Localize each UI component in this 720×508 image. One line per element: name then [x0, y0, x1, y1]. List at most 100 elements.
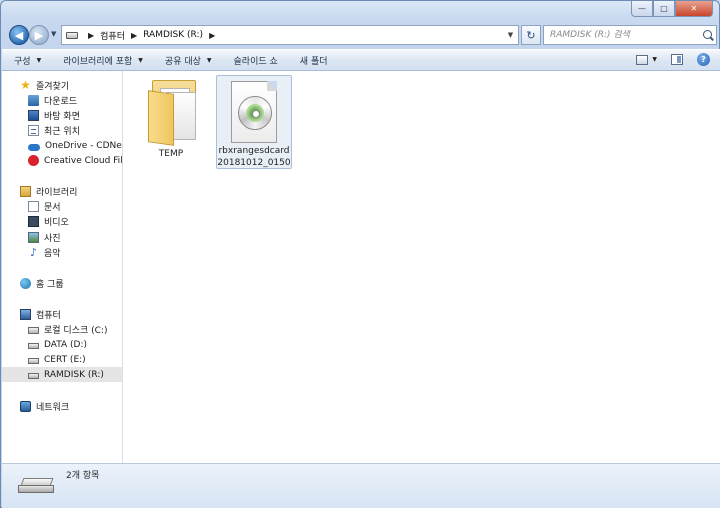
documents-icon — [28, 201, 39, 212]
nav-item-music[interactable]: ♪ 음악 — [28, 245, 122, 260]
drive-icon — [28, 358, 39, 364]
maximize-button[interactable]: □ — [653, 1, 675, 17]
library-icon — [20, 186, 31, 197]
nav-item-creative-cloud[interactable]: Creative Cloud Files — [28, 153, 123, 168]
breadcrumb-separator[interactable]: ▶ — [131, 31, 137, 40]
nav-item-drive-c[interactable]: 로컬 디스크 (C:) — [28, 322, 122, 337]
slide-show-label: 슬라이드 쇼 — [233, 56, 278, 67]
search-box[interactable] — [543, 25, 717, 45]
slide-show-button[interactable]: 슬라이드 쇼 — [234, 54, 278, 67]
view-controls: ▼ ? — [636, 53, 710, 66]
desktop-icon — [28, 110, 39, 121]
include-in-library-menu[interactable]: 라이브러리에 포함 ▼ — [63, 54, 143, 67]
navigation-row: ◀ ▶ ▼ ▶ 컴퓨터 ▶ RAMDISK (R:) ▶ ▼ ↻ — [7, 23, 717, 47]
favorites-label: 즐겨찾기 — [36, 82, 70, 92]
nav-item-desktop[interactable]: 바탕 화면 — [28, 108, 122, 123]
drive-icon — [28, 373, 39, 379]
nav-item-network[interactable]: 네트워크 — [20, 399, 122, 414]
file-item-disc-image[interactable]: rbxrangesdcard20181012_0150 — [216, 75, 292, 169]
nav-item-downloads[interactable]: 다운로드 — [28, 93, 122, 108]
address-dropdown-button[interactable]: ▼ — [502, 26, 518, 44]
file-list: TEMP rbxrangesdcard20181012_0150 — [123, 71, 720, 463]
disc-image-icon — [231, 81, 277, 143]
file-item-temp[interactable]: TEMP — [133, 75, 209, 169]
command-bar: 구성 ▼ 라이브러리에 포함 ▼ 공유 대상 ▼ 슬라이드 쇼 새 폴더 ▼ ? — [2, 49, 720, 71]
creative-cloud-icon — [28, 155, 39, 166]
minimize-button[interactable]: — — [631, 1, 653, 17]
cloud-icon — [28, 143, 40, 151]
breadcrumb-separator[interactable]: ▶ — [209, 31, 215, 40]
nav-item-label: 홈 그룹 — [36, 280, 64, 290]
nav-item-homegroup[interactable]: 홈 그룹 — [20, 276, 122, 291]
nav-item-documents[interactable]: 문서 — [28, 199, 122, 214]
nav-item-label: 문서 — [44, 203, 61, 213]
share-with-label: 공유 대상 — [164, 56, 201, 67]
address-bar[interactable]: ▶ 컴퓨터 ▶ RAMDISK (R:) ▶ ▼ — [61, 25, 519, 45]
include-in-library-label: 라이브러리에 포함 — [63, 56, 133, 67]
nav-item-recent-places[interactable]: 최근 위치 — [28, 123, 122, 138]
nav-item-label: RAMDISK (R:) — [44, 369, 104, 380]
recent-pages-dropdown[interactable]: ▼ — [51, 30, 56, 38]
help-icon[interactable]: ? — [697, 53, 710, 66]
drive-icon — [28, 343, 39, 349]
change-view-icon[interactable] — [636, 54, 649, 65]
item-count: 2개 항목 — [66, 471, 100, 481]
libraries-label: 라이브러리 — [36, 188, 78, 198]
navigation-pane: ★ 즐겨찾기 다운로드 바탕 화면 최근 위치 OneDrive - CDNetw… — [2, 71, 123, 463]
computer-header[interactable]: 컴퓨터 — [20, 307, 122, 322]
music-note-icon: ♪ — [29, 246, 38, 259]
file-name: TEMP — [158, 149, 184, 159]
search-icon[interactable] — [703, 30, 712, 39]
drive-icon — [66, 31, 78, 39]
organize-label: 구성 — [14, 56, 31, 67]
drive-icon — [18, 478, 56, 494]
nav-item-label: 로컬 디스크 (C:) — [44, 326, 108, 336]
computer-label: 컴퓨터 — [36, 311, 61, 321]
breadcrumb-ramdisk[interactable]: RAMDISK (R:) — [143, 30, 203, 40]
search-input[interactable] — [550, 30, 700, 40]
nav-item-label: 음악 — [44, 249, 61, 259]
explorer-window: — □ ✕ ◀ ▶ ▼ ▶ 컴퓨터 ▶ RAMDISK (R:) ▶ ▼ ↻ 구… — [0, 0, 720, 508]
close-button[interactable]: ✕ — [675, 1, 713, 17]
local-disk-icon — [28, 327, 39, 334]
nav-item-label: DATA (D:) — [44, 339, 88, 350]
forward-button[interactable]: ▶ — [29, 25, 49, 45]
chevron-down-icon: ▼ — [36, 56, 42, 64]
nav-item-label: 최근 위치 — [44, 127, 80, 137]
favorites-header[interactable]: ★ 즐겨찾기 — [20, 78, 122, 93]
nav-item-label: 네트워크 — [36, 403, 70, 413]
view-options-dropdown[interactable]: ▼ — [652, 56, 657, 63]
video-icon — [28, 216, 39, 227]
nav-item-label: Creative Cloud Files — [44, 155, 123, 166]
breadcrumb-separator[interactable]: ▶ — [88, 31, 94, 40]
nav-item-drive-d[interactable]: DATA (D:) — [28, 337, 122, 352]
network-icon — [20, 401, 31, 412]
downloads-icon — [28, 95, 39, 106]
refresh-button[interactable]: ↻ — [521, 25, 541, 45]
nav-item-drive-r[interactable]: RAMDISK (R:) — [2, 367, 122, 382]
organize-menu[interactable]: 구성 ▼ — [14, 54, 41, 67]
nav-item-label: CERT (E:) — [44, 354, 86, 365]
chevron-down-icon: ▼ — [138, 56, 143, 64]
file-name: rbxrangesdcard20181012_0150 — [217, 146, 291, 168]
breadcrumb-computer[interactable]: 컴퓨터 — [100, 29, 125, 42]
nav-item-label: 바탕 화면 — [44, 112, 80, 122]
star-icon: ★ — [20, 78, 31, 92]
new-folder-button[interactable]: 새 폴더 — [300, 54, 328, 67]
libraries-header[interactable]: 라이브러리 — [20, 184, 122, 199]
back-button[interactable]: ◀ — [9, 25, 29, 45]
preview-pane-icon[interactable] — [671, 54, 683, 65]
folder-front — [148, 90, 174, 146]
nav-item-label: 사진 — [44, 234, 61, 244]
nav-item-pictures[interactable]: 사진 — [28, 230, 122, 245]
details-pane: 2개 항목 — [2, 463, 720, 508]
homegroup-icon — [20, 278, 31, 289]
computer-icon — [20, 309, 31, 320]
nav-item-videos[interactable]: 비디오 — [28, 214, 122, 229]
share-with-menu[interactable]: 공유 대상 ▼ — [165, 54, 212, 67]
nav-item-label: OneDrive - CDNetwork — [45, 140, 122, 151]
recent-places-icon — [28, 125, 39, 136]
disc-icon — [238, 96, 272, 130]
nav-item-onedrive[interactable]: OneDrive - CDNetwork — [28, 138, 122, 153]
nav-item-drive-e[interactable]: CERT (E:) — [28, 352, 122, 367]
